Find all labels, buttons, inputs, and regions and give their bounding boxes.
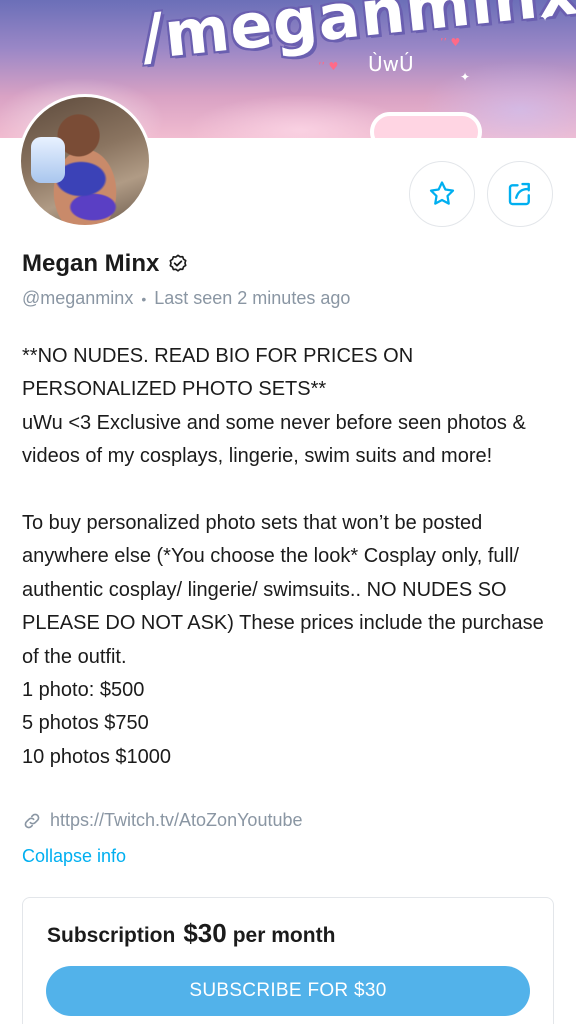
subscription-card: Subscription $30 per month SUBSCRIBE FOR… bbox=[22, 897, 554, 1024]
share-button[interactable] bbox=[487, 161, 553, 227]
subscription-price: $30 bbox=[183, 918, 227, 948]
username: @meganminx bbox=[22, 288, 134, 308]
favorite-button[interactable] bbox=[409, 161, 475, 227]
banner-title: /meganminx bbox=[137, 0, 576, 74]
separator: • bbox=[141, 290, 147, 307]
star-icon bbox=[429, 181, 455, 205]
banner-blush-left: ’’ ♥ bbox=[318, 60, 339, 73]
profile-meta: @meganminx • Last seen 2 minutes ago bbox=[22, 288, 350, 309]
share-icon bbox=[508, 182, 530, 206]
link-icon bbox=[24, 813, 40, 828]
avatar[interactable] bbox=[18, 94, 152, 228]
banner-sticker bbox=[370, 112, 482, 138]
profile-name: Megan Minx bbox=[22, 250, 160, 277]
sparkle-icon: ✦ bbox=[460, 70, 471, 84]
collapse-info-link[interactable]: Collapse info bbox=[22, 846, 126, 867]
last-seen: Last seen 2 minutes ago bbox=[154, 288, 351, 308]
profile-link[interactable]: https://Twitch.tv/AtoZonYoutube bbox=[22, 810, 302, 831]
avatar-prop bbox=[31, 137, 65, 183]
profile-link-url[interactable]: https://Twitch.tv/AtoZonYoutube bbox=[50, 810, 302, 831]
profile-page: /meganminx ’’ ♥ ’’ ♥ ÙwÚ ✦ ✦ Megan Minx bbox=[0, 0, 576, 1024]
verified-badge-icon bbox=[167, 253, 189, 275]
profile-name-row: Megan Minx bbox=[22, 250, 189, 278]
subscription-period: per month bbox=[232, 924, 336, 947]
subscribe-button[interactable]: SUBSCRIBE FOR $30 bbox=[46, 966, 530, 1016]
subscription-title: Subscription $30 per month bbox=[47, 918, 335, 949]
subscription-label: Subscription bbox=[47, 924, 176, 947]
sparkle-icon: ✦ bbox=[540, 10, 551, 24]
banner-blush-right: ’’ ♥ bbox=[440, 36, 461, 49]
profile-bio: **NO NUDES. READ BIO FOR PRICES ON PERSO… bbox=[22, 345, 544, 768]
banner-face: ÙwÚ bbox=[368, 52, 414, 76]
